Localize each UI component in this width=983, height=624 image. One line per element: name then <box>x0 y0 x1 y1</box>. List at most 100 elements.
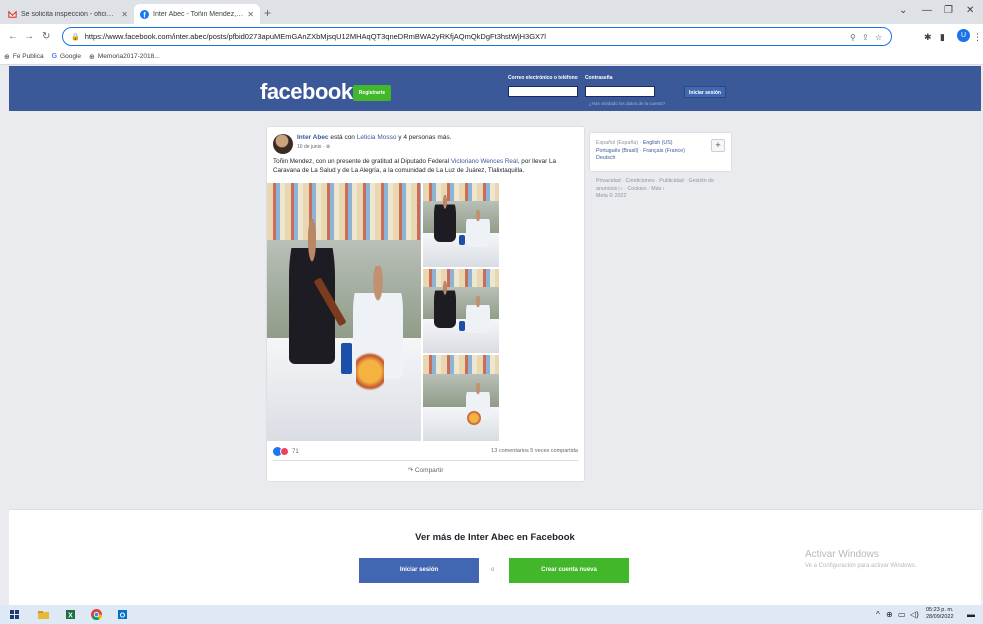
address-bar[interactable]: 🔒 https://www.facebook.com/inter.abec/po… <box>62 27 892 46</box>
clock-time: 05:23 p. m. <box>926 607 954 613</box>
svg-text:O: O <box>120 613 126 620</box>
create-account-button[interactable]: Crear cuenta nueva <box>509 558 629 583</box>
tent-canopy <box>267 183 421 240</box>
forward-icon[interactable]: → <box>24 31 34 42</box>
soda-can <box>340 342 352 374</box>
current-language: Español (España) · <box>596 140 643 146</box>
language-card: Español (España) · English (US) Portuguê… <box>589 132 732 172</box>
display-icon[interactable]: ▭ <box>898 610 906 619</box>
language-link[interactable]: Português (Brasil) <box>596 148 638 154</box>
excel-icon[interactable]: X <box>64 608 77 621</box>
post-photo-main[interactable] <box>267 183 421 441</box>
comments-shares-count[interactable]: 13 comentarios 5 veces compartida <box>491 448 578 454</box>
minimize-icon[interactable]: — <box>922 5 932 16</box>
forgot-account-link[interactable]: ¿Has olvidado los datos de la cuenta? <box>589 101 665 106</box>
address-url: https://www.facebook.com/inter.abec/post… <box>84 32 546 41</box>
footer-links: Privacidad · Condiciones · Publicidad · … <box>596 178 726 201</box>
gmail-icon <box>8 9 17 18</box>
password-field[interactable] <box>585 86 655 97</box>
soda-can <box>459 321 465 332</box>
email-field[interactable] <box>508 86 578 97</box>
side-panel-icon[interactable]: ▮ <box>940 32 945 43</box>
divider <box>273 460 578 461</box>
post-photo-2[interactable] <box>423 183 499 267</box>
register-button[interactable]: Registrarte <box>353 85 391 101</box>
banner-login-button[interactable]: Iniciar sesión <box>359 558 479 583</box>
globe-icon: ⊕ <box>4 53 10 61</box>
reactions[interactable]: 71 <box>273 447 299 456</box>
bookmark-fe-publica[interactable]: ⊕ Fe Publica <box>4 53 44 61</box>
tent-canopy <box>423 269 499 288</box>
soda-can <box>459 235 465 246</box>
close-window-icon[interactable]: ✕ <box>966 5 974 16</box>
tab-close-icon[interactable]: ✕ <box>247 10 254 19</box>
post-photo-3[interactable] <box>423 269 499 353</box>
restore-icon[interactable]: ❐ <box>944 5 953 16</box>
notifications-icon[interactable]: ▬ <box>967 610 975 619</box>
post-photo-4[interactable] <box>423 355 499 441</box>
language-link[interactable]: Deutsch <box>596 155 615 161</box>
bookmark-google[interactable]: G Google <box>52 53 81 60</box>
language-link[interactable]: English (US) <box>643 140 673 146</box>
new-tab-button[interactable]: + <box>264 6 271 20</box>
browser-toolbar: ← → ↻ 🔒 https://www.facebook.com/inter.a… <box>0 24 983 49</box>
person-standing <box>433 280 457 328</box>
start-icon[interactable] <box>8 608 21 621</box>
bookmark-star-icon[interactable]: ☆ <box>875 33 882 42</box>
bookmark-memoria[interactable]: ⊕ Memoria2017-2018... <box>89 53 160 61</box>
file-explorer-icon[interactable] <box>37 608 50 621</box>
email-label: Correo electrónico o teléfono <box>508 75 578 81</box>
reload-icon[interactable]: ↻ <box>42 31 50 42</box>
facebook-header: facebook Registrarte Correo electrónico … <box>9 66 981 111</box>
share-button[interactable]: ↷ Compartir <box>267 466 584 474</box>
or-separator: o <box>491 567 495 573</box>
clock[interactable]: 05:23 p. m. 28/09/2022 <box>926 607 954 621</box>
facebook-icon: f <box>140 9 149 19</box>
tab-search-icon[interactable]: ⌄ <box>899 5 907 16</box>
language-link[interactable]: Français (France) <box>643 148 685 154</box>
others-text[interactable]: y 4 personas más. <box>396 134 451 141</box>
watermark-subtitle: Ve a Configuración para activar Windows. <box>805 563 917 569</box>
tab-gmail[interactable]: Se solicita inspección - oficialia.c ✕ <box>2 4 134 24</box>
author-link[interactable]: Inter Abec <box>297 134 329 141</box>
extensions-icon[interactable]: ✱ <box>924 32 932 43</box>
network-icon[interactable]: ⊕ <box>886 610 893 619</box>
zoom-icon[interactable]: ⚲ <box>850 33 856 42</box>
back-icon[interactable]: ← <box>8 31 18 42</box>
tab-strip: Se solicita inspección - oficialia.c ✕ f… <box>0 0 983 24</box>
profile-avatar[interactable]: U <box>957 29 970 42</box>
windows-taskbar: X O ^ ⊕ ▭ ◁) 05:23 p. m. 28/09/2022 ▬ <box>0 605 983 624</box>
banner-title: Ver más de Inter Abec en Facebook <box>415 532 575 543</box>
post-date[interactable]: 10 de junio · ⊕ <box>297 144 330 150</box>
share-page-icon[interactable]: ⇪ <box>862 33 869 42</box>
chrome-icon[interactable] <box>90 608 103 621</box>
post-header: Inter Abec está con Leticia Mosso y 4 pe… <box>297 134 451 141</box>
volume-icon[interactable]: ◁) <box>910 610 919 619</box>
lock-icon: 🔒 <box>71 33 80 41</box>
person-seated <box>465 295 490 333</box>
footer-link-list[interactable]: Privacidad · Condiciones · Publicidad · … <box>596 178 714 192</box>
google-icon: G <box>51 53 58 60</box>
tent-canopy <box>423 355 499 374</box>
post-text-part: Toñin Mendez, con un presente de gratitu… <box>273 158 451 165</box>
tab-facebook[interactable]: f Inter Abec - Toñin Mendez, con ... ✕ <box>134 4 260 24</box>
screen: Se solicita inspección - oficialia.c ✕ f… <box>0 0 983 624</box>
tagged-link[interactable]: Leticia Mosso <box>357 134 397 141</box>
watermark-title: Activar Windows <box>805 549 879 560</box>
mention-link[interactable]: Victoriano Wences Real <box>451 158 518 165</box>
language-list: Español (España) · English (US) Portuguê… <box>596 140 685 161</box>
clock-date: 28/09/2022 <box>926 614 954 620</box>
facebook-logo[interactable]: facebook <box>260 79 353 105</box>
post-text: Toñin Mendez, con un presente de gratitu… <box>273 157 579 175</box>
globe-icon: ⊕ <box>89 53 95 61</box>
outlook-icon[interactable]: O <box>116 608 129 621</box>
show-hidden-icons[interactable]: ^ <box>876 610 880 619</box>
tent-canopy <box>423 183 499 202</box>
menu-icon[interactable]: ⋮ <box>973 32 982 43</box>
author-avatar[interactable] <box>273 134 293 154</box>
tab-close-icon[interactable]: ✕ <box>121 10 128 19</box>
password-label: Contraseña <box>585 75 613 81</box>
more-languages-button[interactable]: + <box>711 139 725 152</box>
login-button[interactable]: Iniciar sesión <box>684 86 726 98</box>
tab-title: Inter Abec - Toñin Mendez, con ... <box>153 10 243 18</box>
